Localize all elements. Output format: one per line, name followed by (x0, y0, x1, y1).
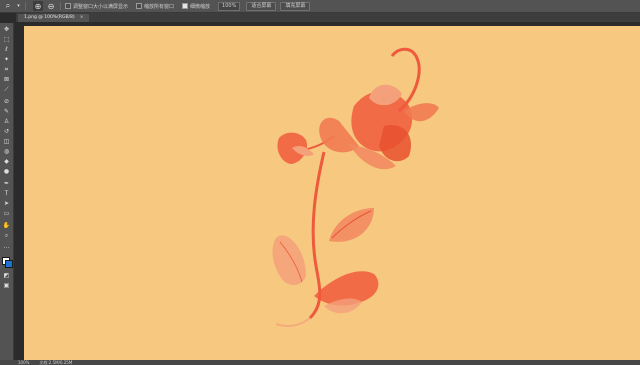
status-zoom[interactable]: 100% (18, 360, 29, 365)
checkbox-label: 细微缩放 (190, 3, 211, 10)
rectangle-tool-icon[interactable]: ▭ (1, 209, 12, 218)
paint-bucket-tool-icon[interactable]: ◍ (1, 147, 12, 156)
path-selection-tool-icon[interactable]: ➤ (1, 199, 12, 208)
checkbox-label: 调整窗口大小以满屏显示 (73, 3, 129, 10)
checkbox-label: 缩放所有窗口 (144, 3, 175, 10)
checkbox-box[interactable] (182, 3, 189, 9)
crop-tool-icon[interactable]: ⌗ (1, 65, 12, 74)
magic-wand-tool-icon[interactable]: ✦ (1, 55, 12, 64)
status-doc-info[interactable]: 文档:2.5M/6.25M (39, 360, 72, 365)
marquee-tool-icon[interactable]: ⬚ (1, 35, 12, 44)
quick-mask-icon[interactable]: ◩ (1, 271, 12, 280)
document-tab-bar: 1.png @ 100%(RGB/8) × (16, 13, 640, 22)
stem-tail (275, 317, 311, 327)
frame-tool-icon[interactable]: ⊠ (1, 75, 12, 84)
eyedropper-tool-icon[interactable]: ⟋ (1, 85, 12, 94)
separator (25, 2, 26, 10)
move-tool-icon[interactable]: ✥ (1, 25, 12, 34)
resize-windows-checkbox[interactable]: 调整窗口大小以满屏显示 (65, 3, 128, 10)
type-tool-icon[interactable]: T (1, 189, 12, 198)
document-canvas[interactable] (16, 23, 640, 360)
fill-screen-button[interactable]: 填充屏幕 (280, 1, 311, 11)
zoom-in-icon[interactable]: ⊕ (33, 1, 43, 11)
background-color-swatch[interactable] (5, 260, 13, 268)
dropdown-arrow-icon[interactable]: ▾ (16, 1, 21, 11)
scrubby-zoom-checkbox[interactable]: 细微缩放 (182, 3, 210, 10)
dodge-tool-icon[interactable]: ● (1, 167, 12, 176)
checkbox-box[interactable] (136, 3, 143, 9)
options-bar: ⌕ ▾ ⊕ ⊖ 调整窗口大小以满屏显示 缩放所有窗口 细微缩放 100% 适合屏… (0, 0, 640, 13)
zoom-tool-preset-icon[interactable]: ⌕ (3, 1, 13, 11)
eraser-tool-icon[interactable]: ◫ (1, 137, 12, 146)
more-tools-icon[interactable]: … (1, 242, 12, 251)
fit-screen-button[interactable]: 适合屏幕 (246, 1, 277, 11)
zoom-tool-icon[interactable]: ⌕ (1, 231, 12, 240)
clone-stamp-tool-icon[interactable]: ♙ (1, 117, 12, 126)
history-brush-tool-icon[interactable]: ↺ (1, 127, 12, 136)
close-icon[interactable]: × (80, 14, 84, 22)
image-artboard[interactable] (24, 26, 640, 360)
flower-illustration (272, 47, 439, 327)
brush-tool-icon[interactable]: ✎ (1, 107, 12, 116)
status-bar: 100% 文档:2.5M/6.25M (0, 360, 640, 365)
zoom-percent-field[interactable]: 100% (218, 1, 241, 11)
zoom-all-windows-checkbox[interactable]: 缩放所有窗口 (136, 3, 174, 10)
blur-tool-icon[interactable]: ◆ (1, 157, 12, 166)
document-tab[interactable]: 1.png @ 100%(RGB/8) × (18, 14, 90, 22)
hand-tool-icon[interactable]: ✋ (1, 221, 12, 230)
document-tab-title: 1.png @ 100%(RGB/8) (24, 15, 75, 20)
toolbox: ✥ ⬚ ℓ ✦ ⌗ ⊠ ⟋ ⊘ ✎ ♙ ↺ ◫ ◍ ◆ ● ✒ T ➤ ▭ ✋ … (0, 23, 14, 360)
pen-tool-icon[interactable]: ✒ (1, 179, 12, 188)
healing-brush-tool-icon[interactable]: ⊘ (1, 97, 12, 106)
lasso-tool-icon[interactable]: ℓ (1, 45, 12, 54)
checkbox-box[interactable] (65, 3, 71, 9)
separator (60, 2, 61, 10)
screen-mode-icon[interactable]: ▣ (1, 281, 12, 290)
zoom-out-icon[interactable]: ⊖ (46, 1, 56, 11)
